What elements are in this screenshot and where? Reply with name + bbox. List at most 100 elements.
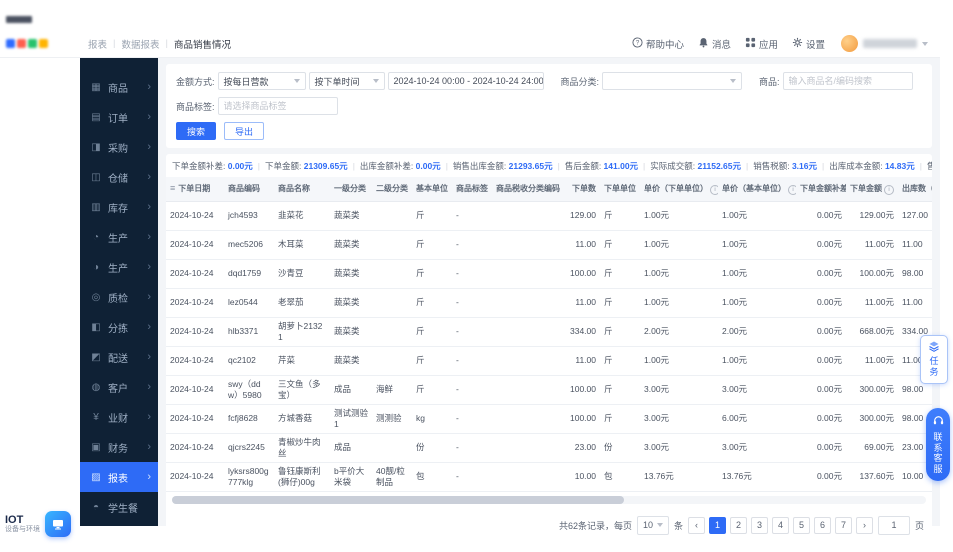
stat-item: 售后成本: 0.00元 bbox=[927, 160, 932, 172]
col-header-cat1[interactable]: 一级分类 bbox=[330, 177, 372, 201]
user-menu[interactable] bbox=[841, 35, 928, 52]
cell-tag: - bbox=[452, 201, 492, 230]
col-header-taxcode[interactable]: 商品税收分类编码 bbox=[492, 177, 560, 201]
page-size-select[interactable]: 10 bbox=[637, 516, 669, 535]
sidebar-item-production-2[interactable]: ◑生产› bbox=[80, 252, 158, 282]
time-type-select[interactable]: 按下单时间 bbox=[309, 72, 385, 90]
sidebar-item-biz-finance[interactable]: ¥业财› bbox=[80, 402, 158, 432]
table-row[interactable]: 2024-10-24hlb3371胡萝卜21321蔬菜类斤-334.00斤2.0… bbox=[166, 317, 932, 346]
col-header-unit[interactable]: 基本单位 bbox=[412, 177, 452, 201]
tag-input[interactable] bbox=[218, 97, 338, 115]
col-header-qty[interactable]: 下单数 bbox=[560, 177, 600, 201]
topbar-messages[interactable]: 消息 bbox=[698, 37, 731, 51]
sidebar-item-orders[interactable]: ▤订单› bbox=[80, 102, 158, 132]
page-jump-input[interactable]: 1 bbox=[878, 516, 910, 535]
sidebar-item-finance[interactable]: ▣财务› bbox=[80, 432, 158, 462]
cell-name: 沙青豆 bbox=[274, 259, 330, 288]
cell-price_order: 3.00元 bbox=[640, 433, 718, 462]
page-button-3[interactable]: 3 bbox=[751, 517, 768, 534]
date-range-picker[interactable]: 2024-10-24 00:00 - 2024-10-24 24:00 bbox=[388, 72, 544, 90]
sidebar-item-reports[interactable]: ▨报表› bbox=[80, 462, 158, 492]
stat-divider: | bbox=[746, 161, 748, 171]
sidebar-item-warehouse[interactable]: ◫仓储› bbox=[80, 162, 158, 192]
chevron-right-icon: › bbox=[147, 351, 151, 363]
table-row[interactable]: 2024-10-24qjcrs2245青椒炒牛肉丝成品份-23.00份3.00元… bbox=[166, 433, 932, 462]
cell-price_base: 1.00元 bbox=[718, 230, 796, 259]
sidebar-item-purchase[interactable]: ◨采购› bbox=[80, 132, 158, 162]
sidebar-item-customers[interactable]: ◍客户› bbox=[80, 372, 158, 402]
iot-module-switcher[interactable]: IOT 设备与环境 bbox=[5, 511, 71, 537]
table-row[interactable]: 2024-10-24lyksrs800g777klg鲁钰康斯利(狮仔)00gb平… bbox=[166, 462, 932, 491]
svg-text:?: ? bbox=[636, 39, 640, 46]
company-logo[interactable] bbox=[0, 39, 80, 48]
breadcrumb-data-reports[interactable]: 数据报表 bbox=[121, 37, 159, 51]
task-float-button[interactable]: 任务 bbox=[920, 335, 948, 384]
scrollbar-thumb[interactable] bbox=[172, 496, 624, 504]
cell-qty: 11.00 bbox=[560, 288, 600, 317]
col-header-code[interactable]: 商品编码 bbox=[224, 177, 274, 201]
table-row[interactable]: 2024-10-24swy（ddw）5980三文鱼（多宝）成品海鲜斤-100.0… bbox=[166, 375, 932, 404]
topbar-action-label: 应用 bbox=[759, 37, 778, 51]
filter-actions: 搜索 导出 bbox=[176, 122, 924, 140]
cell-cat2: 测测验 bbox=[372, 404, 412, 433]
col-header-out_qty[interactable]: 出库数（下单单位） bbox=[898, 177, 932, 201]
sidebar-item-quality-check[interactable]: ◎质检› bbox=[80, 282, 158, 312]
prev-page-button[interactable]: ‹ bbox=[688, 517, 705, 534]
stat-divider: | bbox=[920, 161, 922, 171]
page-button-4[interactable]: 4 bbox=[772, 517, 789, 534]
search-button[interactable]: 搜索 bbox=[176, 122, 216, 140]
breadcrumb-separator: | bbox=[166, 38, 168, 49]
cell-tag: - bbox=[452, 433, 492, 462]
topbar-help-center[interactable]: ?帮助中心 bbox=[632, 37, 684, 51]
stat-item: 实际成交额: 21152.65元 bbox=[650, 160, 741, 172]
table-row[interactable]: 2024-10-24mec5206木耳菜蔬菜类斤-11.00斤1.00元1.00… bbox=[166, 230, 932, 259]
sidebar-item-goods[interactable]: ▦商品› bbox=[80, 72, 158, 102]
page-button-7[interactable]: 7 bbox=[835, 517, 852, 534]
col-header-date[interactable]: ≡下单日期 bbox=[166, 177, 224, 201]
page-button-1[interactable]: 1 bbox=[709, 517, 726, 534]
cell-out_qty: 11.00 bbox=[898, 230, 932, 259]
page-button-2[interactable]: 2 bbox=[730, 517, 747, 534]
col-header-price_order[interactable]: 单价（下单单位）i bbox=[640, 177, 718, 201]
cell-cat1: 成品 bbox=[330, 433, 372, 462]
export-button[interactable]: 导出 bbox=[224, 122, 264, 140]
column-settings-icon[interactable]: ≡ bbox=[170, 183, 175, 193]
col-header-tag[interactable]: 商品标签 bbox=[452, 177, 492, 201]
cell-unit: 斤 bbox=[412, 375, 452, 404]
topbar-apps[interactable]: 应用 bbox=[745, 37, 778, 51]
page-button-6[interactable]: 6 bbox=[814, 517, 831, 534]
col-header-cat2[interactable]: 二级分类 bbox=[372, 177, 412, 201]
time-type-value: 按下单时间 bbox=[315, 75, 360, 88]
table-row[interactable]: 2024-10-24qc2102芹菜蔬菜类斤-11.00斤1.00元1.00元0… bbox=[166, 346, 932, 375]
sidebar-item-delivery[interactable]: ◩配送› bbox=[80, 342, 158, 372]
table-row[interactable]: 2024-10-24fcfj8628方城香菇测试测验1测测验kg-100.00斤… bbox=[166, 404, 932, 433]
table-row[interactable]: 2024-10-24lez0544老翠茄蔬菜类斤-11.00斤1.00元1.00… bbox=[166, 288, 932, 317]
col-header-name[interactable]: 商品名称 bbox=[274, 177, 330, 201]
table-body: 2024-10-24jch4593韭菜花蔬菜类斤-129.00斤1.00元1.0… bbox=[166, 201, 932, 491]
sidebar-item-production-1[interactable]: ◔生产› bbox=[80, 222, 158, 252]
col-header-amount_diff[interactable]: 下单金额补差i bbox=[796, 177, 846, 201]
sidebar-item-sorting[interactable]: ◧分拣› bbox=[80, 312, 158, 342]
stat-item: 下单金额: 21309.65元 bbox=[265, 160, 348, 172]
horizontal-scrollbar[interactable] bbox=[172, 496, 926, 504]
category-select[interactable] bbox=[602, 72, 742, 90]
amount-mode-select[interactable]: 按每日营款 bbox=[218, 72, 306, 90]
topbar-settings[interactable]: 设置 bbox=[792, 37, 825, 51]
product-search-input[interactable] bbox=[783, 72, 913, 90]
col-header-amount[interactable]: 下单金额i bbox=[846, 177, 898, 201]
col-header-order_unit[interactable]: 下单单位 bbox=[600, 177, 640, 201]
date-range-value: 2024-10-24 00:00 - 2024-10-24 24:00 bbox=[394, 76, 544, 86]
cell-tag: - bbox=[452, 346, 492, 375]
sidebar-item-student-meal[interactable]: ◓学生餐 bbox=[80, 492, 158, 522]
table-row[interactable]: 2024-10-24jch4593韭菜花蔬菜类斤-129.00斤1.00元1.0… bbox=[166, 201, 932, 230]
contact-support-button[interactable]: 联系客服 bbox=[926, 408, 950, 481]
cell-cat2: 40靓/粒制品 bbox=[372, 462, 412, 491]
next-page-button[interactable]: › bbox=[856, 517, 873, 534]
table-row[interactable]: 2024-10-24dqd1759沙青豆蔬菜类斤-100.00斤1.00元1.0… bbox=[166, 259, 932, 288]
page-button-5[interactable]: 5 bbox=[793, 517, 810, 534]
breadcrumb-reports[interactable]: 报表 bbox=[88, 37, 107, 51]
stat-item: 下单金额补差: 0.00元 bbox=[172, 160, 253, 172]
col-header-price_base[interactable]: 单价（基本单位）i bbox=[718, 177, 796, 201]
sidebar-menu: ▦商品›▤订单›◨采购›◫仓储›▥库存›◔生产›◑生产›◎质检›◧分拣›◩配送›… bbox=[80, 72, 158, 522]
sidebar-item-inventory[interactable]: ▥库存› bbox=[80, 192, 158, 222]
